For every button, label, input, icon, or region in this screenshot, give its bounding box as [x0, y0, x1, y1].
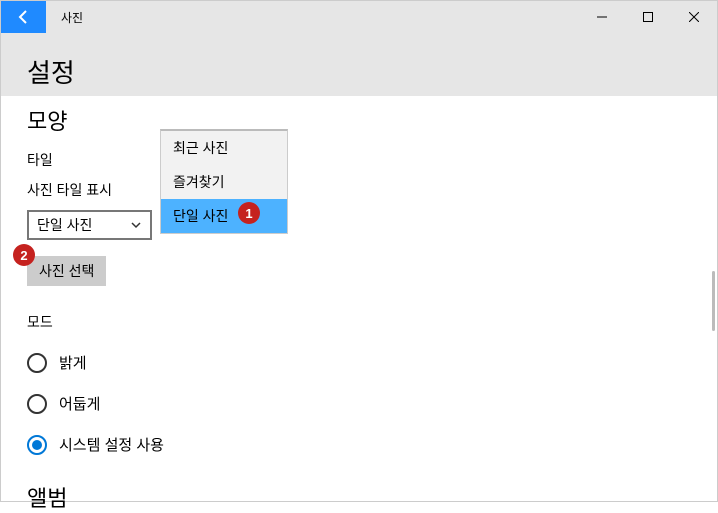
close-icon [689, 12, 699, 22]
dropdown-option-favorites[interactable]: 즐겨찾기 [161, 165, 287, 199]
titlebar: 사진 [1, 1, 717, 33]
tile-label: 타일 [27, 150, 691, 170]
radio-label: 어둡게 [59, 393, 100, 414]
choose-photo-button[interactable]: 사진 선택 [27, 256, 106, 286]
annotation-marker-2: 2 [13, 244, 35, 266]
app-title: 사진 [61, 9, 83, 26]
tile-display-label: 사진 타일 표시 [27, 180, 691, 200]
page-header: 설정 [1, 33, 717, 96]
radio-label: 밝게 [59, 352, 87, 373]
radio-icon-selected [27, 435, 47, 455]
chevron-down-icon [130, 219, 142, 231]
radio-icon [27, 394, 47, 414]
close-button[interactable] [671, 1, 717, 33]
mode-option-system[interactable]: 시스템 설정 사용 [27, 434, 691, 455]
tile-display-dropdown[interactable]: 단일 사진 [27, 210, 152, 240]
back-button[interactable] [1, 1, 46, 33]
dropdown-option-recent[interactable]: 최근 사진 [161, 131, 287, 165]
radio-label: 시스템 설정 사용 [59, 434, 164, 455]
maximize-icon [643, 12, 653, 22]
page-title: 설정 [27, 53, 691, 90]
radio-icon [27, 353, 47, 373]
album-heading: 앨범 [27, 481, 691, 513]
minimize-icon [597, 12, 607, 22]
annotation-marker-1: 1 [238, 202, 260, 224]
appearance-heading: 모양 [27, 104, 691, 136]
dropdown-selected-value: 단일 사진 [37, 215, 92, 235]
dropdown-option-single[interactable]: 단일 사진 [161, 199, 287, 233]
content-area: 모양 타일 사진 타일 표시 단일 사진 사진 선택 모드 밝게 어둡게 시스템… [1, 96, 717, 513]
dropdown-flyout: 최근 사진 즐겨찾기 단일 사진 [160, 129, 288, 234]
mode-option-light[interactable]: 밝게 [27, 352, 691, 373]
minimize-button[interactable] [579, 1, 625, 33]
mode-label: 모드 [27, 312, 691, 332]
mode-option-dark[interactable]: 어둡게 [27, 393, 691, 414]
window-controls [579, 1, 717, 33]
maximize-button[interactable] [625, 1, 671, 33]
scrollbar[interactable] [712, 271, 715, 331]
arrow-left-icon [16, 9, 32, 25]
